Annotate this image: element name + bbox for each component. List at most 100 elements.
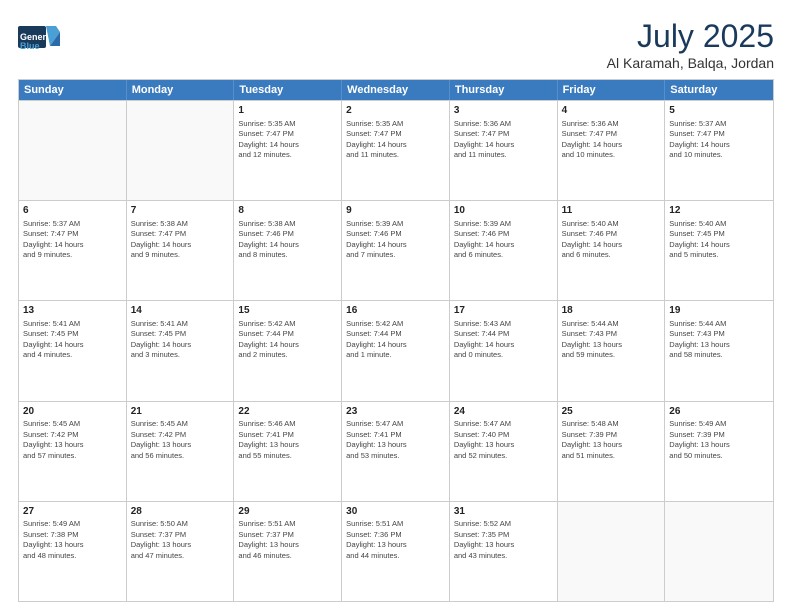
title-block: July 2025 Al Karamah, Balqa, Jordan <box>607 18 774 71</box>
calendar-cell <box>19 101 127 200</box>
day-number: 17 <box>454 304 553 318</box>
calendar-cell: 19Sunrise: 5:44 AM Sunset: 7:43 PM Dayli… <box>665 301 773 400</box>
day-number: 11 <box>562 204 661 218</box>
day-number: 24 <box>454 405 553 419</box>
calendar-cell <box>665 502 773 601</box>
day-number: 30 <box>346 505 445 519</box>
cell-info: Sunrise: 5:35 AM Sunset: 7:47 PM Dayligh… <box>238 119 337 161</box>
calendar-row-3: 13Sunrise: 5:41 AM Sunset: 7:45 PM Dayli… <box>19 300 773 400</box>
calendar-cell: 26Sunrise: 5:49 AM Sunset: 7:39 PM Dayli… <box>665 402 773 501</box>
cell-info: Sunrise: 5:39 AM Sunset: 7:46 PM Dayligh… <box>454 219 553 261</box>
cell-info: Sunrise: 5:48 AM Sunset: 7:39 PM Dayligh… <box>562 419 661 461</box>
day-number: 3 <box>454 104 553 118</box>
day-number: 29 <box>238 505 337 519</box>
cell-info: Sunrise: 5:38 AM Sunset: 7:46 PM Dayligh… <box>238 219 337 261</box>
cell-info: Sunrise: 5:42 AM Sunset: 7:44 PM Dayligh… <box>238 319 337 361</box>
day-number: 5 <box>669 104 769 118</box>
calendar-cell: 6Sunrise: 5:37 AM Sunset: 7:47 PM Daylig… <box>19 201 127 300</box>
day-number: 15 <box>238 304 337 318</box>
cell-info: Sunrise: 5:37 AM Sunset: 7:47 PM Dayligh… <box>23 219 122 261</box>
day-number: 21 <box>131 405 230 419</box>
calendar-cell: 22Sunrise: 5:46 AM Sunset: 7:41 PM Dayli… <box>234 402 342 501</box>
day-number: 18 <box>562 304 661 318</box>
calendar-cell: 3Sunrise: 5:36 AM Sunset: 7:47 PM Daylig… <box>450 101 558 200</box>
cell-info: Sunrise: 5:51 AM Sunset: 7:37 PM Dayligh… <box>238 519 337 561</box>
day-number: 7 <box>131 204 230 218</box>
calendar-cell: 2Sunrise: 5:35 AM Sunset: 7:47 PM Daylig… <box>342 101 450 200</box>
day-number: 13 <box>23 304 122 318</box>
calendar-cell: 1Sunrise: 5:35 AM Sunset: 7:47 PM Daylig… <box>234 101 342 200</box>
cell-info: Sunrise: 5:42 AM Sunset: 7:44 PM Dayligh… <box>346 319 445 361</box>
day-number: 27 <box>23 505 122 519</box>
calendar-cell: 16Sunrise: 5:42 AM Sunset: 7:44 PM Dayli… <box>342 301 450 400</box>
calendar-cell: 17Sunrise: 5:43 AM Sunset: 7:44 PM Dayli… <box>450 301 558 400</box>
cell-info: Sunrise: 5:52 AM Sunset: 7:35 PM Dayligh… <box>454 519 553 561</box>
header-wednesday: Wednesday <box>342 80 450 100</box>
header-friday: Friday <box>558 80 666 100</box>
cell-info: Sunrise: 5:46 AM Sunset: 7:41 PM Dayligh… <box>238 419 337 461</box>
header-sunday: Sunday <box>19 80 127 100</box>
day-number: 31 <box>454 505 553 519</box>
cell-info: Sunrise: 5:45 AM Sunset: 7:42 PM Dayligh… <box>131 419 230 461</box>
day-number: 8 <box>238 204 337 218</box>
calendar-cell: 4Sunrise: 5:36 AM Sunset: 7:47 PM Daylig… <box>558 101 666 200</box>
day-number: 25 <box>562 405 661 419</box>
cell-info: Sunrise: 5:39 AM Sunset: 7:46 PM Dayligh… <box>346 219 445 261</box>
calendar-cell <box>127 101 235 200</box>
calendar-cell <box>558 502 666 601</box>
cell-info: Sunrise: 5:38 AM Sunset: 7:47 PM Dayligh… <box>131 219 230 261</box>
header-monday: Monday <box>127 80 235 100</box>
day-number: 6 <box>23 204 122 218</box>
calendar-row-4: 20Sunrise: 5:45 AM Sunset: 7:42 PM Dayli… <box>19 401 773 501</box>
header-thursday: Thursday <box>450 80 558 100</box>
calendar-cell: 21Sunrise: 5:45 AM Sunset: 7:42 PM Dayli… <box>127 402 235 501</box>
calendar-cell: 31Sunrise: 5:52 AM Sunset: 7:35 PM Dayli… <box>450 502 558 601</box>
day-number: 10 <box>454 204 553 218</box>
logo: General Blue <box>18 18 60 56</box>
header-saturday: Saturday <box>665 80 773 100</box>
cell-info: Sunrise: 5:49 AM Sunset: 7:38 PM Dayligh… <box>23 519 122 561</box>
calendar-cell: 28Sunrise: 5:50 AM Sunset: 7:37 PM Dayli… <box>127 502 235 601</box>
calendar-body: 1Sunrise: 5:35 AM Sunset: 7:47 PM Daylig… <box>19 100 773 601</box>
cell-info: Sunrise: 5:37 AM Sunset: 7:47 PM Dayligh… <box>669 119 769 161</box>
calendar-cell: 12Sunrise: 5:40 AM Sunset: 7:45 PM Dayli… <box>665 201 773 300</box>
day-number: 22 <box>238 405 337 419</box>
calendar-cell: 25Sunrise: 5:48 AM Sunset: 7:39 PM Dayli… <box>558 402 666 501</box>
cell-info: Sunrise: 5:47 AM Sunset: 7:41 PM Dayligh… <box>346 419 445 461</box>
calendar-cell: 11Sunrise: 5:40 AM Sunset: 7:46 PM Dayli… <box>558 201 666 300</box>
calendar-cell: 30Sunrise: 5:51 AM Sunset: 7:36 PM Dayli… <box>342 502 450 601</box>
page: General Blue July 2025 Al Karamah, Balqa… <box>0 0 792 612</box>
calendar-cell: 27Sunrise: 5:49 AM Sunset: 7:38 PM Dayli… <box>19 502 127 601</box>
day-number: 26 <box>669 405 769 419</box>
calendar-row-2: 6Sunrise: 5:37 AM Sunset: 7:47 PM Daylig… <box>19 200 773 300</box>
day-number: 23 <box>346 405 445 419</box>
header-tuesday: Tuesday <box>234 80 342 100</box>
calendar-cell: 8Sunrise: 5:38 AM Sunset: 7:46 PM Daylig… <box>234 201 342 300</box>
day-number: 16 <box>346 304 445 318</box>
calendar-row-1: 1Sunrise: 5:35 AM Sunset: 7:47 PM Daylig… <box>19 100 773 200</box>
calendar-cell: 20Sunrise: 5:45 AM Sunset: 7:42 PM Dayli… <box>19 402 127 501</box>
calendar-header: Sunday Monday Tuesday Wednesday Thursday… <box>19 80 773 100</box>
cell-info: Sunrise: 5:40 AM Sunset: 7:46 PM Dayligh… <box>562 219 661 261</box>
cell-info: Sunrise: 5:45 AM Sunset: 7:42 PM Dayligh… <box>23 419 122 461</box>
calendar-cell: 18Sunrise: 5:44 AM Sunset: 7:43 PM Dayli… <box>558 301 666 400</box>
calendar-cell: 23Sunrise: 5:47 AM Sunset: 7:41 PM Dayli… <box>342 402 450 501</box>
cell-info: Sunrise: 5:35 AM Sunset: 7:47 PM Dayligh… <box>346 119 445 161</box>
cell-info: Sunrise: 5:41 AM Sunset: 7:45 PM Dayligh… <box>23 319 122 361</box>
cell-info: Sunrise: 5:44 AM Sunset: 7:43 PM Dayligh… <box>669 319 769 361</box>
day-number: 14 <box>131 304 230 318</box>
calendar-cell: 15Sunrise: 5:42 AM Sunset: 7:44 PM Dayli… <box>234 301 342 400</box>
calendar-cell: 14Sunrise: 5:41 AM Sunset: 7:45 PM Dayli… <box>127 301 235 400</box>
cell-info: Sunrise: 5:51 AM Sunset: 7:36 PM Dayligh… <box>346 519 445 561</box>
cell-info: Sunrise: 5:49 AM Sunset: 7:39 PM Dayligh… <box>669 419 769 461</box>
cell-info: Sunrise: 5:36 AM Sunset: 7:47 PM Dayligh… <box>562 119 661 161</box>
calendar-cell: 29Sunrise: 5:51 AM Sunset: 7:37 PM Dayli… <box>234 502 342 601</box>
cell-info: Sunrise: 5:40 AM Sunset: 7:45 PM Dayligh… <box>669 219 769 261</box>
calendar-cell: 24Sunrise: 5:47 AM Sunset: 7:40 PM Dayli… <box>450 402 558 501</box>
title-location: Al Karamah, Balqa, Jordan <box>607 55 774 71</box>
day-number: 9 <box>346 204 445 218</box>
day-number: 12 <box>669 204 769 218</box>
cell-info: Sunrise: 5:36 AM Sunset: 7:47 PM Dayligh… <box>454 119 553 161</box>
calendar-cell: 13Sunrise: 5:41 AM Sunset: 7:45 PM Dayli… <box>19 301 127 400</box>
day-number: 2 <box>346 104 445 118</box>
